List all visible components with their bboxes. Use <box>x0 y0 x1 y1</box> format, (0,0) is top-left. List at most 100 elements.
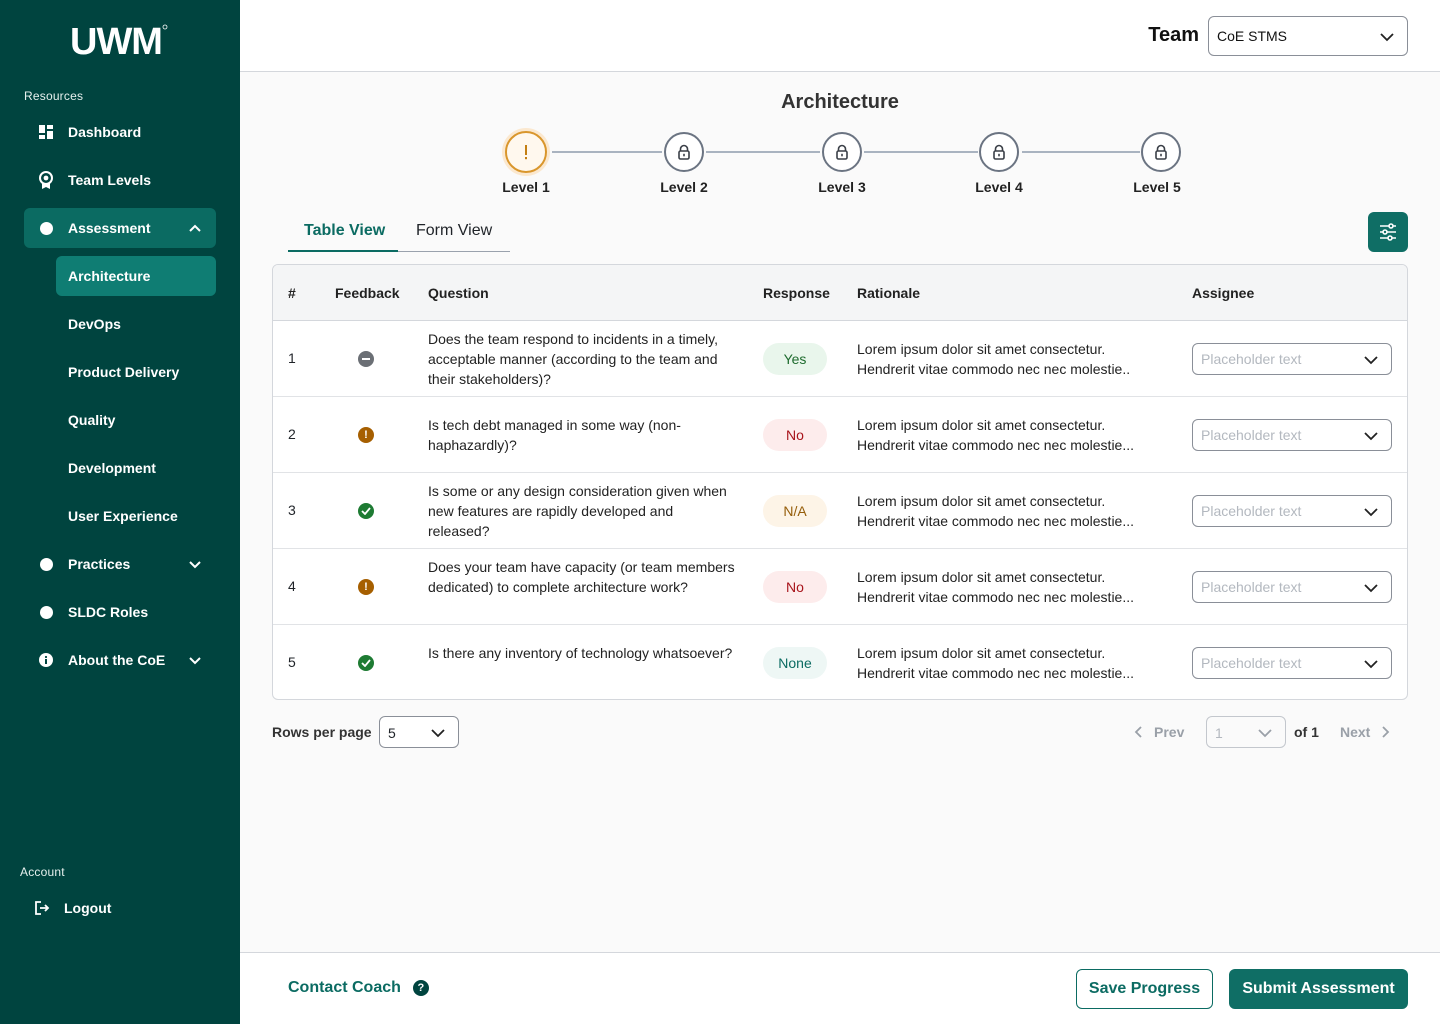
nav-dashboard[interactable]: Dashboard <box>24 112 216 152</box>
nav-sldc-roles[interactable]: SLDC Roles <box>24 592 216 632</box>
level-3-label: Level 3 <box>818 179 866 195</box>
question-text: Does your team have capacity (or team me… <box>428 559 735 595</box>
assignee-placeholder: Placeholder text <box>1201 655 1302 671</box>
assignee-select[interactable]: Placeholder text <box>1192 419 1392 451</box>
sidebar-item-quality[interactable]: Quality <box>56 400 216 440</box>
response-badge: No <box>763 571 827 603</box>
circle-icon <box>38 556 54 572</box>
save-progress-button[interactable]: Save Progress <box>1076 969 1213 1009</box>
tab-table-view[interactable]: Table View <box>304 222 385 240</box>
footer-bar: Contact Coach ? Save Progress Submit Ass… <box>240 952 1440 1024</box>
filter-button[interactable] <box>1368 212 1408 252</box>
response-badge: No <box>763 419 827 451</box>
rationale-text: Lorem ipsum dolor sit amet consectetur. … <box>857 567 1157 607</box>
col-rationale: Rationale <box>857 285 921 301</box>
tab-form-view[interactable]: Form View <box>416 222 492 240</box>
level-2-step[interactable] <box>664 132 704 172</box>
resources-label: Resources <box>24 89 84 103</box>
table-row[interactable]: 4 ! Does your team have capacity (or tea… <box>273 549 1407 625</box>
neutral-icon <box>358 351 374 367</box>
team-select[interactable]: CoE STMS <box>1208 16 1408 56</box>
chevron-down-icon <box>1364 660 1378 669</box>
level-3-step[interactable] <box>822 132 862 172</box>
uwm-logo[interactable]: UWM <box>70 22 170 58</box>
col-assignee: Assignee <box>1192 285 1255 301</box>
svg-text:UWM: UWM <box>70 22 162 58</box>
assignee-select[interactable]: Placeholder text <box>1192 495 1392 527</box>
submit-assessment-button[interactable]: Submit Assessment <box>1229 969 1408 1009</box>
page-count: of 1 <box>1294 724 1319 740</box>
row-number: 2 <box>288 426 296 442</box>
sidebar-item-user-experience[interactable]: User Experience <box>56 496 216 536</box>
assignee-select[interactable]: Placeholder text <box>1192 647 1392 679</box>
rationale-text: Lorem ipsum dolor sit amet consectetur. … <box>857 643 1157 683</box>
logout-button[interactable]: Logout <box>20 888 212 928</box>
level-2-label: Level 2 <box>660 179 708 195</box>
sidebar-item-devops[interactable]: DevOps <box>56 304 216 344</box>
page-select[interactable]: 1 <box>1206 716 1286 748</box>
contact-coach-label: Contact Coach <box>288 979 401 996</box>
assignee-placeholder: Placeholder text <box>1201 351 1302 367</box>
row-number: 5 <box>288 654 296 670</box>
level-4-step[interactable] <box>979 132 1019 172</box>
row-number: 3 <box>288 502 296 518</box>
response-badge: Yes <box>763 343 827 375</box>
chevron-down-icon <box>1364 432 1378 441</box>
col-response: Response <box>763 285 830 301</box>
table-row[interactable]: 1 Does the team respond to incidents in … <box>273 321 1407 397</box>
sidebar: UWM Resources Dashboard Team Levels Asse… <box>0 0 240 1024</box>
next-page-button[interactable]: Next <box>1340 724 1390 740</box>
rationale-line-2: Hendrerit vitae commodo nec nec molestie… <box>857 665 1135 681</box>
nav-practices[interactable]: Practices <box>24 544 216 584</box>
assignee-select[interactable]: Placeholder text <box>1192 343 1392 375</box>
view-tabs: Table View Form View <box>288 212 510 252</box>
table-row[interactable]: 5 Is there any inventory of technology w… <box>273 625 1407 699</box>
table-row[interactable]: 2 ! Is tech debt managed in some way (no… <box>273 397 1407 473</box>
rationale-line-1: Lorem ipsum dolor sit amet consectetur. <box>857 341 1106 357</box>
nav-about[interactable]: About the CoE <box>24 640 216 680</box>
account-label: Account <box>20 865 65 879</box>
team-select-value: CoE STMS <box>1217 28 1288 44</box>
rationale-line-1: Lorem ipsum dolor sit amet consectetur. <box>857 493 1106 509</box>
check-icon <box>358 655 374 671</box>
level-5-step[interactable] <box>1141 132 1181 172</box>
logout-icon <box>34 900 50 916</box>
nav-team-levels[interactable]: Team Levels <box>24 160 216 200</box>
table-row[interactable]: 3 Is some or any design consideration gi… <box>273 473 1407 549</box>
row-number: 1 <box>288 350 296 366</box>
rationale-line-1: Lorem ipsum dolor sit amet consectetur. <box>857 417 1106 433</box>
sidebar-item-development[interactable]: Development <box>56 448 216 488</box>
contact-coach-link[interactable]: Contact Coach ? <box>288 979 429 997</box>
chevron-down-icon <box>1380 33 1394 42</box>
rationale-line-2: Hendrerit vitae commodo nec nec molestie… <box>857 513 1135 529</box>
sidebar-item-product-delivery[interactable]: Product Delivery <box>56 352 216 392</box>
prev-page-button[interactable]: Prev <box>1134 724 1184 740</box>
question-text: Is there any inventory of technology wha… <box>428 645 733 661</box>
chevron-up-icon <box>189 224 201 232</box>
lock-icon <box>678 144 690 160</box>
chevron-down-icon <box>189 657 201 665</box>
dashboard-icon <box>38 124 54 140</box>
level-1-step[interactable] <box>505 131 547 173</box>
sliders-icon <box>1380 223 1396 241</box>
sidebar-item-architecture[interactable]: Architecture <box>56 256 216 296</box>
rows-per-page-value: 5 <box>388 725 396 741</box>
assignee-select[interactable]: Placeholder text <box>1192 571 1392 603</box>
page-select-value: 1 <box>1215 725 1223 741</box>
rows-per-page-select[interactable]: 5 <box>379 716 459 748</box>
chevron-down-icon <box>1364 356 1378 365</box>
circle-icon <box>38 604 54 620</box>
nav-assessment-label: Assessment <box>68 220 151 236</box>
circle-icon <box>38 220 54 236</box>
chevron-left-icon <box>1134 726 1142 738</box>
assignee-placeholder: Placeholder text <box>1201 503 1302 519</box>
lock-icon <box>836 144 848 160</box>
rationale-line-1: Lorem ipsum dolor sit amet consectetur. <box>857 569 1106 585</box>
assignee-placeholder: Placeholder text <box>1201 579 1302 595</box>
nav-about-label: About the CoE <box>68 652 166 668</box>
stepper-connector <box>864 151 978 153</box>
exclamation-icon <box>525 145 527 160</box>
nav-assessment[interactable]: Assessment <box>24 208 216 248</box>
question-text: Does the team respond to incidents in a … <box>428 331 719 387</box>
chevron-down-icon <box>1364 508 1378 517</box>
